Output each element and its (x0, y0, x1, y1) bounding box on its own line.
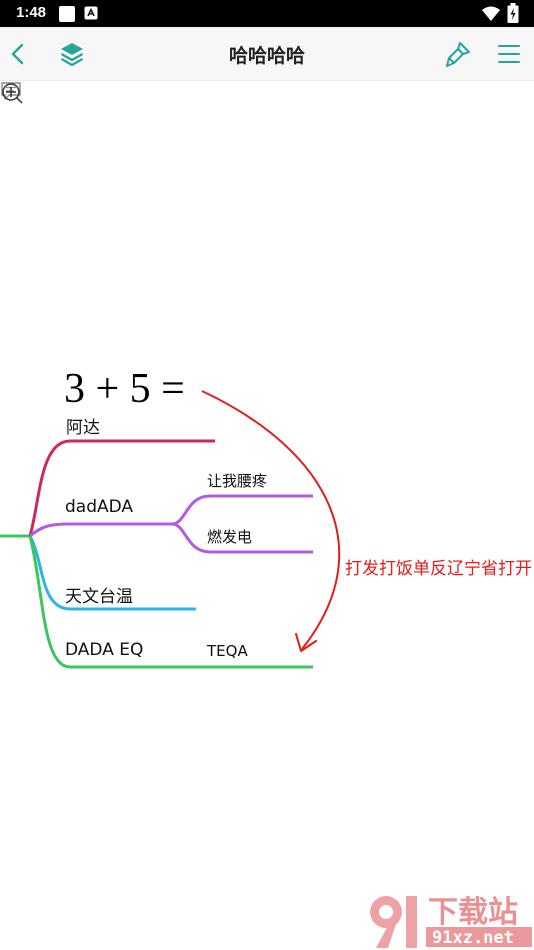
branch-line-dadada (29, 522, 172, 538)
node-tianwen[interactable]: 天文台温 (65, 582, 133, 607)
annotation-arrow-line (201, 390, 341, 650)
watermark-url: 91xz.net (432, 928, 514, 948)
notification-icon (59, 6, 75, 22)
watermark-text: 下载站 (428, 895, 518, 930)
app-notification-icon (84, 6, 98, 20)
annotation-text[interactable]: 打发打饭单反辽宁省打开 (345, 555, 534, 584)
brush-icon (446, 42, 470, 67)
menu-icon (498, 45, 520, 63)
status-time: 1:48 (16, 4, 47, 21)
node-dadada[interactable]: dadADA (65, 497, 133, 517)
mindmap-canvas[interactable]: 3 + 5 = 阿达 dadADA 让我腰疼 燃发电 天文台温 DADA EQ … (0, 81, 534, 950)
branch-line-child1 (171, 494, 313, 526)
wifi-icon (482, 6, 500, 21)
node-dadaeq[interactable]: DADA EQ (65, 640, 143, 660)
battery-icon (507, 3, 519, 23)
watermark-logo: 下载站 91xz.net (370, 895, 532, 948)
formula-node[interactable]: 3 + 5 = (64, 365, 185, 413)
node-teqa[interactable]: TEQA (207, 642, 248, 660)
node-child2[interactable]: 燃发电 (207, 526, 252, 547)
app-bar: 哈哈哈哈 (0, 27, 534, 81)
node-ada[interactable]: 阿达 (66, 413, 100, 438)
menu-button[interactable] (492, 37, 526, 71)
locate-icon[interactable] (0, 81, 24, 105)
branch-line-ada (28, 439, 215, 537)
style-brush-button[interactable] (441, 37, 475, 71)
status-bar: 1:48 (0, 0, 534, 27)
node-child1[interactable]: 让我腰疼 (207, 470, 267, 491)
